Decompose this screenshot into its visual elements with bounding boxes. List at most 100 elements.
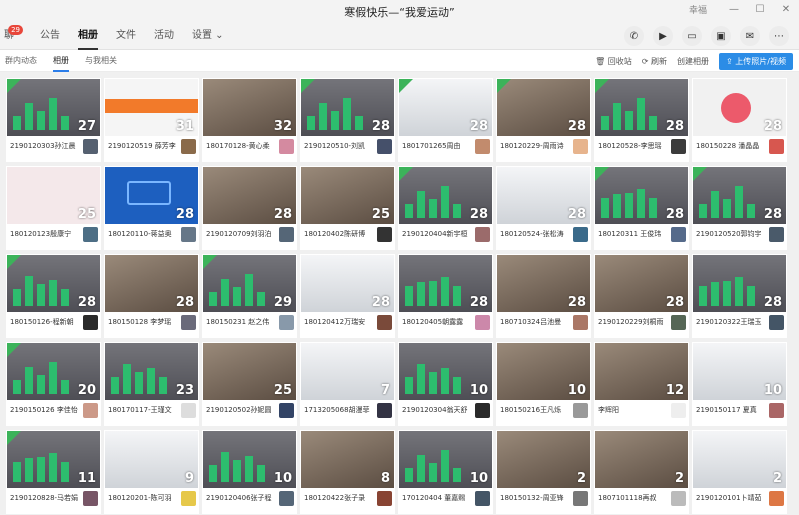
album-cover[interactable]: 10 <box>693 343 786 400</box>
album-cover[interactable]: 8 <box>301 431 394 488</box>
tab-chat[interactable]: 聊 29 <box>4 22 23 50</box>
album-name[interactable]: 1801701265周由 <box>402 141 472 151</box>
album-name[interactable]: 180150216王凡烁 <box>500 405 570 415</box>
album-card[interactable]: 7 1713205068胡漫菲 <box>300 342 395 426</box>
album-name[interactable]: 180120201-陈可羽 <box>108 493 178 503</box>
album-name[interactable]: 180120405朝露露 <box>402 317 472 327</box>
subtab-group-feed[interactable]: 群内动态 <box>5 50 37 72</box>
album-cover[interactable]: 12 <box>595 343 688 400</box>
uploader-avatar[interactable] <box>769 315 784 330</box>
uploader-avatar[interactable] <box>475 315 490 330</box>
album-cover[interactable]: 32 <box>203 79 296 136</box>
album-card[interactable]: 28 180120311 王俊玮 <box>594 166 689 250</box>
uploader-avatar[interactable] <box>279 315 294 330</box>
uploader-avatar[interactable] <box>769 491 784 506</box>
album-card[interactable]: 28 2190120229刘桐雨 <box>594 254 689 338</box>
uploader-avatar[interactable] <box>181 139 196 154</box>
album-name[interactable]: 2190120303孙江晨 <box>10 141 80 151</box>
uploader-avatar[interactable] <box>279 227 294 242</box>
album-cover[interactable]: 7 <box>301 343 394 400</box>
album-name[interactable]: 2190120520郭钧宇 <box>696 229 766 239</box>
user-name[interactable]: 幸福 <box>689 3 707 16</box>
album-cover[interactable]: 23 <box>105 343 198 400</box>
album-card[interactable]: 9 180120201-陈可羽 <box>104 430 199 514</box>
album-card[interactable]: 2 180150132-周亚锋 <box>496 430 591 514</box>
album-name[interactable]: 180120311 王俊玮 <box>598 229 668 239</box>
album-cover[interactable]: 28 <box>301 79 394 136</box>
phone-icon[interactable]: ✆ <box>624 26 644 46</box>
album-cover[interactable]: 25 <box>203 343 296 400</box>
album-card[interactable]: 28 2190120709刘羽泊 <box>202 166 297 250</box>
uploader-avatar[interactable] <box>671 139 686 154</box>
tab-activity[interactable]: 活动 <box>154 22 174 50</box>
album-card[interactable]: 27 2190120303孙江晨 <box>6 78 101 162</box>
album-card[interactable]: 28 180150128 李梦瑶 <box>104 254 199 338</box>
album-card[interactable]: 31 2190120519 薛芳李 <box>104 78 199 162</box>
album-cover[interactable]: 28 <box>497 79 590 136</box>
album-card[interactable]: 28 2190120510-刘凯 <box>300 78 395 162</box>
album-card[interactable]: 11 2190120828-马若娟 <box>6 430 101 514</box>
album-cover[interactable]: 2 <box>497 431 590 488</box>
album-name[interactable]: 2190120406张子程 <box>206 493 276 503</box>
album-card[interactable]: 10 2190150117 夏真 <box>692 342 787 426</box>
album-name[interactable]: 180170128-黄心柔 <box>206 141 276 151</box>
album-name[interactable]: 2190120709刘羽泊 <box>206 229 276 239</box>
uploader-avatar[interactable] <box>279 491 294 506</box>
uploader-avatar[interactable] <box>279 403 294 418</box>
album-name[interactable]: 1807101118再叔 <box>598 493 668 503</box>
album-card[interactable]: 10 2190120406张子程 <box>202 430 297 514</box>
album-name[interactable]: 180170117-王瑾文 <box>108 405 178 415</box>
album-cover[interactable]: 9 <box>105 431 198 488</box>
album-card[interactable]: 28 180120524-张松涛 <box>496 166 591 250</box>
album-cover[interactable]: 11 <box>7 431 100 488</box>
uploader-avatar[interactable] <box>377 491 392 506</box>
album-card[interactable]: 28 180120412万瑞安 <box>300 254 395 338</box>
album-cover[interactable]: 28 <box>203 167 296 224</box>
album-cover[interactable]: 10 <box>497 343 590 400</box>
uploader-avatar[interactable] <box>377 403 392 418</box>
album-name[interactable]: 170120404 董嘉赐 <box>402 493 472 503</box>
album-name[interactable]: 2190120502孙妮圆 <box>206 405 276 415</box>
album-cover[interactable]: 28 <box>399 79 492 136</box>
upload-button[interactable]: ⇪ 上传照片/视频 <box>719 53 793 70</box>
album-name[interactable]: 180120524-张松涛 <box>500 229 570 239</box>
album-card[interactable]: 28 2190120520郭钧宇 <box>692 166 787 250</box>
album-cover[interactable]: 27 <box>7 79 100 136</box>
create-album-button[interactable]: 创建相册 <box>677 56 709 67</box>
album-cover[interactable]: 25 <box>301 167 394 224</box>
album-card[interactable]: 10 180150216王凡烁 <box>496 342 591 426</box>
album-name[interactable]: 180120110-蒋益奥 <box>108 229 178 239</box>
album-card[interactable]: 2 2190120101卜靖茹 <box>692 430 787 514</box>
message-icon[interactable]: ✉ <box>740 26 760 46</box>
uploader-avatar[interactable] <box>377 227 392 242</box>
subtab-related[interactable]: 与我相关 <box>85 50 117 72</box>
album-cover[interactable]: 10 <box>399 343 492 400</box>
uploader-avatar[interactable] <box>671 403 686 418</box>
album-cover[interactable]: 28 <box>105 255 198 312</box>
album-name[interactable]: 2190150126 李佳怡 <box>10 405 80 415</box>
window-icon[interactable]: ▣ <box>711 26 731 46</box>
album-name[interactable]: 180150228 潘晶晶 <box>696 141 766 151</box>
album-card[interactable]: 10 170120404 董嘉赐 <box>398 430 493 514</box>
album-cover[interactable]: 20 <box>7 343 100 400</box>
album-name[interactable]: 180120528-李思瑶 <box>598 141 668 151</box>
album-cover[interactable]: 2 <box>595 431 688 488</box>
album-name[interactable]: 2190120101卜靖茹 <box>696 493 766 503</box>
uploader-avatar[interactable] <box>573 139 588 154</box>
album-name[interactable]: 2190120828-马若娟 <box>10 493 80 503</box>
uploader-avatar[interactable] <box>475 491 490 506</box>
album-name[interactable]: 2190120304翁天舒 <box>402 405 472 415</box>
album-name[interactable]: 1713205068胡漫菲 <box>304 405 374 415</box>
album-name[interactable]: 2190150117 夏真 <box>696 405 766 415</box>
uploader-avatar[interactable] <box>573 403 588 418</box>
album-name[interactable]: 李辉阳 <box>598 405 668 415</box>
uploader-avatar[interactable] <box>181 315 196 330</box>
album-card[interactable]: 32 180170128-黄心柔 <box>202 78 297 162</box>
album-cover[interactable]: 28 <box>595 167 688 224</box>
album-cover[interactable]: 28 <box>497 167 590 224</box>
tab-files[interactable]: 文件 <box>116 22 136 50</box>
album-card[interactable]: 2 1807101118再叔 <box>594 430 689 514</box>
uploader-avatar[interactable] <box>671 315 686 330</box>
uploader-avatar[interactable] <box>377 139 392 154</box>
uploader-avatar[interactable] <box>573 491 588 506</box>
